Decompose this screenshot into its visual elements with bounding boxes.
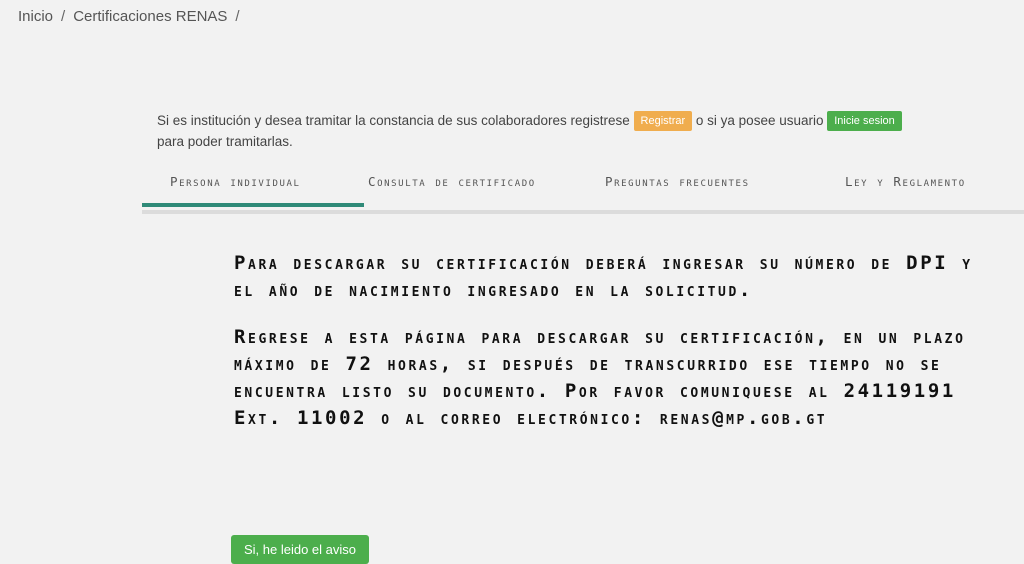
breadcrumb-renas-link[interactable]: Certificaciones RENAS xyxy=(73,8,227,25)
breadcrumb-separator: / xyxy=(235,8,240,25)
tab-persona-individual[interactable]: Persona individual xyxy=(142,174,364,207)
breadcrumb-home-link[interactable]: Inicio xyxy=(18,8,53,25)
intro-text-middle: o si ya posee usuario xyxy=(695,113,824,128)
register-button[interactable]: Registrar xyxy=(633,111,693,132)
breadcrumb-separator: / xyxy=(61,8,66,25)
notice-paragraph-1: Para descargar su certificación deberá i… xyxy=(234,252,973,301)
intro-text-after: para poder tramitarlas. xyxy=(157,134,293,150)
tab-consulta-certificado[interactable]: Consulta de certificado xyxy=(368,174,536,189)
intro-text-before: Si es institución y desea tramitar la co… xyxy=(157,113,630,128)
tab-bar: Persona individual Consulta de certifica… xyxy=(142,170,1024,214)
breadcrumb: Inicio / Certificaciones RENAS / xyxy=(18,8,240,25)
tab-preguntas-frecuentes[interactable]: Preguntas frecuentes xyxy=(605,174,750,189)
acknowledge-notice-button[interactable]: Si, he leido el aviso xyxy=(231,535,370,564)
login-button[interactable]: Inicie sesion xyxy=(827,111,902,132)
institution-intro: Si es institución y desea tramitar la co… xyxy=(157,110,1023,152)
download-notice: Para descargar su certificación deberá i… xyxy=(234,250,994,452)
notice-paragraph-2: Regrese a esta página para descargar su … xyxy=(234,326,966,429)
tab-ley-reglamento[interactable]: Ley y Reglamento xyxy=(845,174,966,189)
